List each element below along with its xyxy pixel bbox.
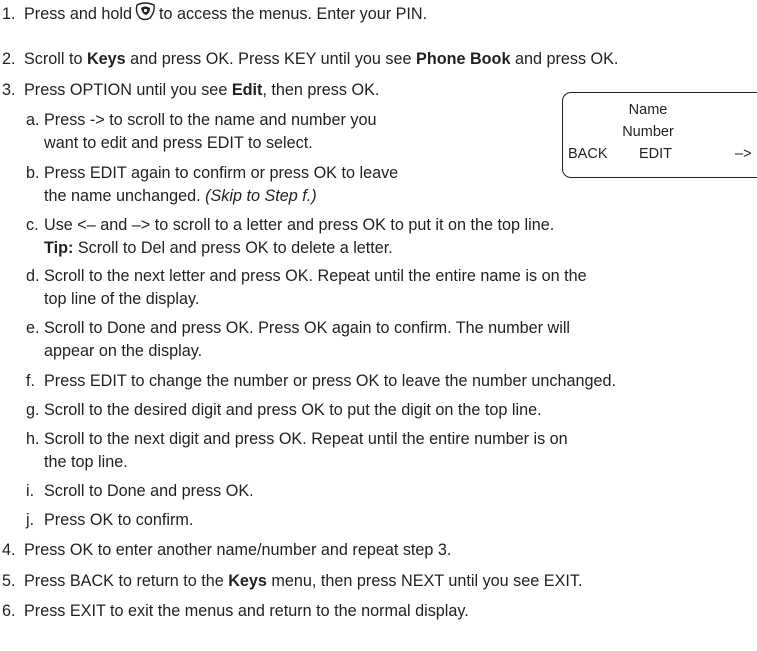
step-number: 6. — [2, 602, 16, 620]
sub-step-c-line-1: Use <– and –> to scroll to a letter and … — [44, 216, 555, 234]
step-3-text-1: Press OPTION until you see — [24, 81, 232, 99]
sub-step-letter: i. — [26, 482, 35, 500]
tip-label: Tip: — [44, 239, 74, 257]
phone-display: Name Number BACK EDIT –> — [562, 92, 757, 178]
display-number-line: Number — [622, 124, 674, 140]
sub-step-letter: j. — [26, 511, 35, 529]
sub-step-j-line-1: Press OK to confirm. — [44, 511, 194, 529]
sub-step-b-line-2: the name unchanged. — [44, 187, 206, 205]
instruction-page: 1. Press and hold to access the menus. En… — [0, 0, 757, 651]
step-number: 2. — [2, 50, 16, 68]
soft-key-right-arrow: –> — [735, 146, 752, 162]
step-4-text: Press OK to enter another name/number an… — [24, 541, 452, 559]
step-6-text: Press EXIT to exit the menus and return … — [24, 602, 469, 620]
sub-step-h-line-1: Scroll to the next digit and press OK. R… — [44, 430, 568, 448]
sub-step-letter: b. — [26, 164, 40, 182]
sub-step-letter: f. — [26, 372, 35, 390]
tip-text: Scroll to Del and press OK to delete a l… — [73, 239, 393, 257]
keys-menu-label: Keys — [228, 572, 267, 590]
sub-step-a-line-2: want to edit and press EDIT to select. — [44, 134, 313, 152]
sub-step-b-line-1: Press EDIT again to confirm or press OK … — [44, 164, 399, 182]
step-1-text-before: Press and hold — [24, 5, 132, 23]
sub-step-letter: d. — [26, 267, 40, 285]
sub-step-a-line-1: Press -> to scroll to the name and numbe… — [44, 111, 377, 129]
step-5-text-1: Press BACK to return to the — [24, 572, 229, 590]
sub-step-letter: e. — [26, 319, 40, 337]
sub-step-letter: a. — [26, 111, 40, 129]
sub-step-e-line-1: Scroll to Done and press OK. Press OK ag… — [44, 319, 571, 337]
step-number: 3. — [2, 81, 16, 99]
sub-step-i-line-1: Scroll to Done and press OK. — [44, 482, 254, 500]
sub-step-d-line-1: Scroll to the next letter and press OK. … — [44, 267, 587, 285]
menu-key-icon — [135, 2, 156, 21]
skip-note: (Skip to Step f.) — [205, 187, 317, 205]
step-number: 4. — [2, 541, 16, 559]
step-1-text-after: to access the menus. Enter your PIN. — [159, 5, 428, 23]
sub-step-e-line-2: appear on the display. — [44, 342, 203, 360]
soft-key-back: BACK — [568, 146, 608, 162]
step-2-text-2: and press OK. Press KEY until you see — [125, 50, 417, 68]
step-5-text-2: menu, then press NEXT until you see EXIT… — [266, 572, 583, 590]
step-number: 1. — [2, 5, 16, 23]
step-2-text-1: Scroll to — [24, 50, 87, 68]
soft-key-edit: EDIT — [639, 146, 673, 162]
phone-book-label: Phone Book — [416, 50, 511, 68]
sub-step-d-line-2: top line of the display. — [44, 290, 200, 308]
step-3-text-2: , then press OK. — [262, 81, 380, 99]
sub-step-letter: g. — [26, 401, 40, 419]
sub-step-letter: h. — [26, 430, 40, 448]
display-name-line: Name — [628, 102, 668, 118]
step-2-text-3: and press OK. — [510, 50, 619, 68]
sub-step-letter: c. — [26, 216, 39, 234]
keys-label: Keys — [86, 50, 126, 68]
edit-label: Edit — [231, 81, 263, 99]
sub-step-h-line-2: the top line. — [44, 453, 128, 471]
sub-step-g-line-1: Scroll to the desired digit and press OK… — [44, 401, 542, 419]
sub-step-f-line-1: Press EDIT to change the number or press… — [44, 372, 616, 390]
step-number: 5. — [2, 572, 16, 590]
